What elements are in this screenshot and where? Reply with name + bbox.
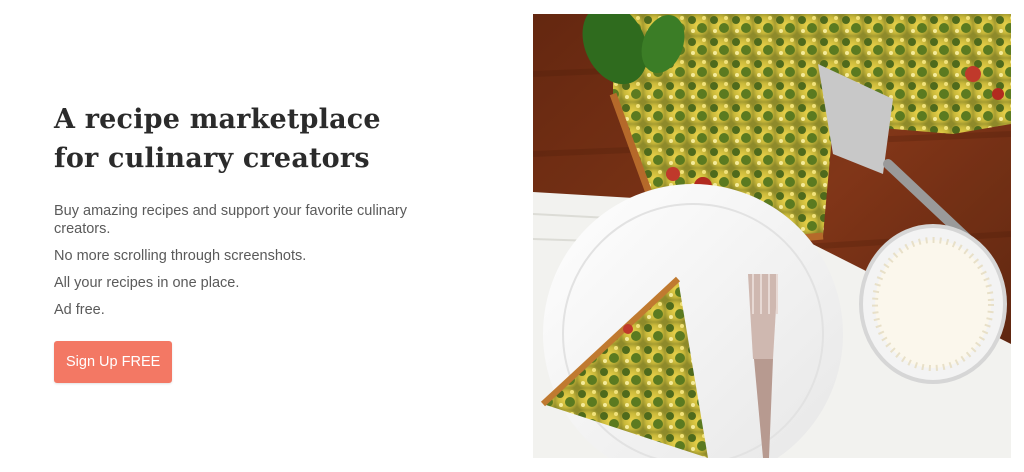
signup-button[interactable]: Sign Up FREE	[54, 341, 173, 383]
hero-feature-one-place: All your recipes in one place.	[54, 275, 240, 291]
hero-section: A recipe marketplace for culinary creato…	[54, 100, 434, 383]
hero-food-image	[533, 14, 1011, 458]
hero-feature-ad-free: Ad free.	[54, 302, 105, 318]
hero-description: Buy amazing recipes and support your fav…	[54, 203, 408, 237]
hero-feature-no-screenshots: No more scrolling through screenshots.	[54, 248, 307, 264]
hero-title: A recipe marketplace for culinary creato…	[54, 104, 381, 174]
